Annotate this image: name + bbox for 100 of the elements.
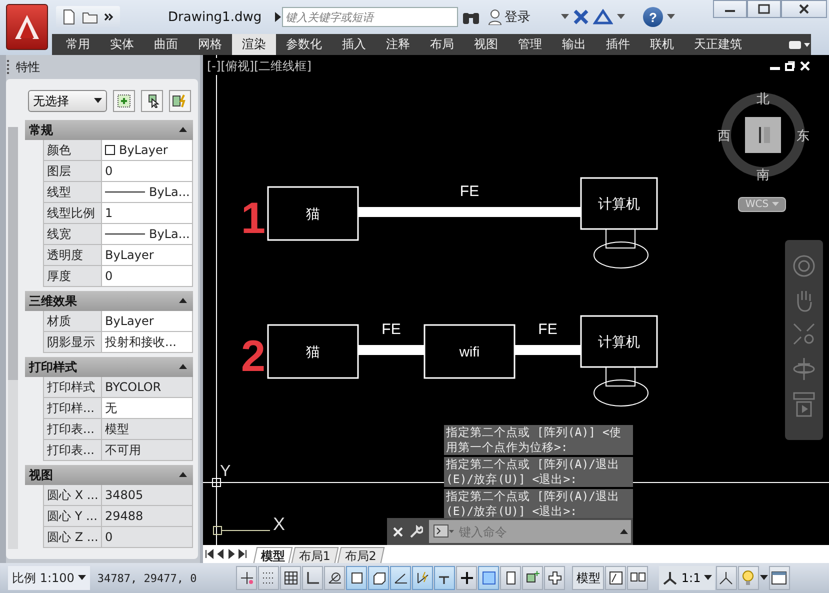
select-objects-button[interactable]	[141, 90, 163, 112]
wrench-icon[interactable]	[409, 524, 423, 538]
compass-direction[interactable]: 东	[796, 129, 810, 144]
property-value[interactable]: BYCOLOR	[102, 377, 193, 397]
folder-icon[interactable]	[82, 10, 98, 24]
sign-in-link[interactable]: 登录	[504, 8, 531, 26]
ribbon-tab[interactable]: 渲染	[232, 34, 276, 55]
drafting-toggle[interactable]	[544, 566, 566, 590]
compass-direction[interactable]: 北	[756, 92, 770, 107]
history-toggle-icon[interactable]	[617, 520, 631, 543]
property-value[interactable]: ByLa...	[102, 182, 193, 202]
section-header[interactable]: 打印样式	[25, 357, 193, 377]
scale-dropdown[interactable]: 比例 1:100	[8, 566, 90, 590]
prompt-icon[interactable]	[429, 520, 455, 543]
ribbon-tab[interactable]: 注释	[376, 34, 420, 55]
layout-view-button[interactable]	[605, 566, 626, 590]
layout-tab[interactable]: 布局1	[291, 547, 338, 563]
property-value[interactable]: 不可用	[102, 440, 193, 460]
x-logo-icon[interactable]	[573, 9, 589, 25]
more-icon[interactable]	[104, 12, 114, 22]
help-button[interactable]: ?	[643, 7, 663, 27]
view-cube-icon[interactable]	[745, 117, 781, 153]
annotation-scale-dropdown[interactable]: 1:1	[659, 566, 715, 590]
ribbon-tab[interactable]: 输出	[552, 34, 596, 55]
panel-toggle-icon[interactable]	[787, 38, 811, 50]
compass-direction[interactable]: 西	[718, 129, 730, 144]
section-header[interactable]: 三维效果	[25, 291, 193, 311]
drafting-toggle[interactable]	[236, 566, 258, 590]
play-icon[interactable]	[792, 392, 816, 418]
dropdown-icon[interactable]	[617, 14, 625, 20]
zoom-icon[interactable]	[792, 322, 816, 346]
layout-tab[interactable]: 模型	[253, 547, 293, 563]
restore-icon[interactable]	[785, 61, 795, 71]
user-icon[interactable]	[488, 9, 502, 25]
selection-dropdown[interactable]: 无选择	[28, 90, 107, 112]
drafting-toggle[interactable]	[390, 566, 412, 590]
property-value[interactable]: 0	[102, 161, 193, 181]
ribbon-tab[interactable]: 常用	[56, 34, 100, 55]
ribbon-tab[interactable]: 视图	[464, 34, 508, 55]
property-value[interactable]: 无	[102, 398, 193, 418]
annotation-visibility-button[interactable]	[716, 566, 737, 590]
layouts-button[interactable]	[627, 566, 648, 590]
drafting-toggle[interactable]	[500, 566, 522, 590]
drafting-toggle[interactable]	[434, 566, 456, 590]
scrollbar[interactable]	[8, 127, 18, 549]
search-field[interactable]: 键入关键字或短语	[282, 7, 458, 27]
minimize-button[interactable]	[713, 0, 747, 18]
ribbon-tab[interactable]: 天正建筑	[684, 34, 752, 55]
section-header[interactable]: 视图	[25, 465, 193, 485]
drafting-toggle[interactable]	[346, 566, 368, 590]
property-value[interactable]: ByLa...	[102, 224, 193, 244]
model-space-button[interactable]: 模型	[572, 566, 604, 590]
drafting-toggle[interactable]	[280, 566, 302, 590]
ribbon-tab[interactable]: 参数化	[276, 34, 332, 55]
close-button[interactable]	[781, 0, 827, 18]
layout-tab[interactable]: 布局2	[336, 547, 384, 563]
expand-arrow-icon[interactable]	[274, 11, 282, 23]
last-page-icon[interactable]	[238, 549, 247, 559]
drafting-toggle[interactable]	[412, 566, 434, 590]
first-page-icon[interactable]	[205, 549, 214, 559]
property-value[interactable]: ByLayer	[102, 245, 193, 265]
new-file-icon[interactable]	[62, 9, 76, 25]
ribbon-tab[interactable]: 管理	[508, 34, 552, 55]
drafting-toggle[interactable]	[522, 566, 544, 590]
property-value[interactable]: 模型	[102, 419, 193, 439]
section-header[interactable]: 常规	[25, 120, 193, 140]
collapse-icon[interactable]	[179, 127, 187, 133]
dropdown-icon[interactable]	[760, 575, 768, 581]
app-menu-button[interactable]	[6, 4, 48, 50]
property-value[interactable]: ByLayer	[102, 311, 193, 331]
dropdown-icon[interactable]	[561, 14, 569, 20]
collapse-icon[interactable]	[179, 472, 187, 478]
drafting-toggle[interactable]	[478, 566, 500, 590]
drafting-toggle[interactable]	[324, 566, 346, 590]
property-value[interactable]: 0	[102, 266, 193, 286]
viewport-label[interactable]: [-][俯视][二维线框]	[207, 58, 312, 75]
close-icon[interactable]	[393, 526, 403, 536]
next-icon[interactable]	[227, 549, 236, 559]
orbit-icon[interactable]	[792, 356, 816, 382]
previous-icon[interactable]	[216, 549, 225, 559]
compass-direction[interactable]: 南	[756, 168, 770, 183]
collapse-icon[interactable]	[179, 298, 187, 304]
property-value[interactable]: 29488	[102, 506, 193, 526]
clean-screen-button[interactable]	[768, 566, 790, 590]
property-value[interactable]: 1	[102, 203, 193, 223]
quick-select-button[interactable]	[169, 90, 191, 112]
command-input-field[interactable]: 键入命令	[455, 520, 617, 543]
drafting-toggle[interactable]	[302, 566, 324, 590]
property-value[interactable]: 34805	[102, 485, 193, 505]
drafting-toggle[interactable]	[258, 566, 280, 590]
property-value[interactable]: ByLayer	[102, 140, 193, 160]
collapse-icon[interactable]	[179, 364, 187, 370]
ribbon-tab[interactable]: 曲面	[144, 34, 188, 55]
steering-wheel-icon[interactable]	[792, 254, 816, 278]
drafting-toggle[interactable]	[368, 566, 390, 590]
ribbon-tab[interactable]: 实体	[100, 34, 144, 55]
ribbon-tab[interactable]: 网格	[188, 34, 232, 55]
drafting-toggle[interactable]	[456, 566, 478, 590]
property-value[interactable]: 0	[102, 527, 193, 547]
dropdown-icon[interactable]	[667, 14, 675, 20]
